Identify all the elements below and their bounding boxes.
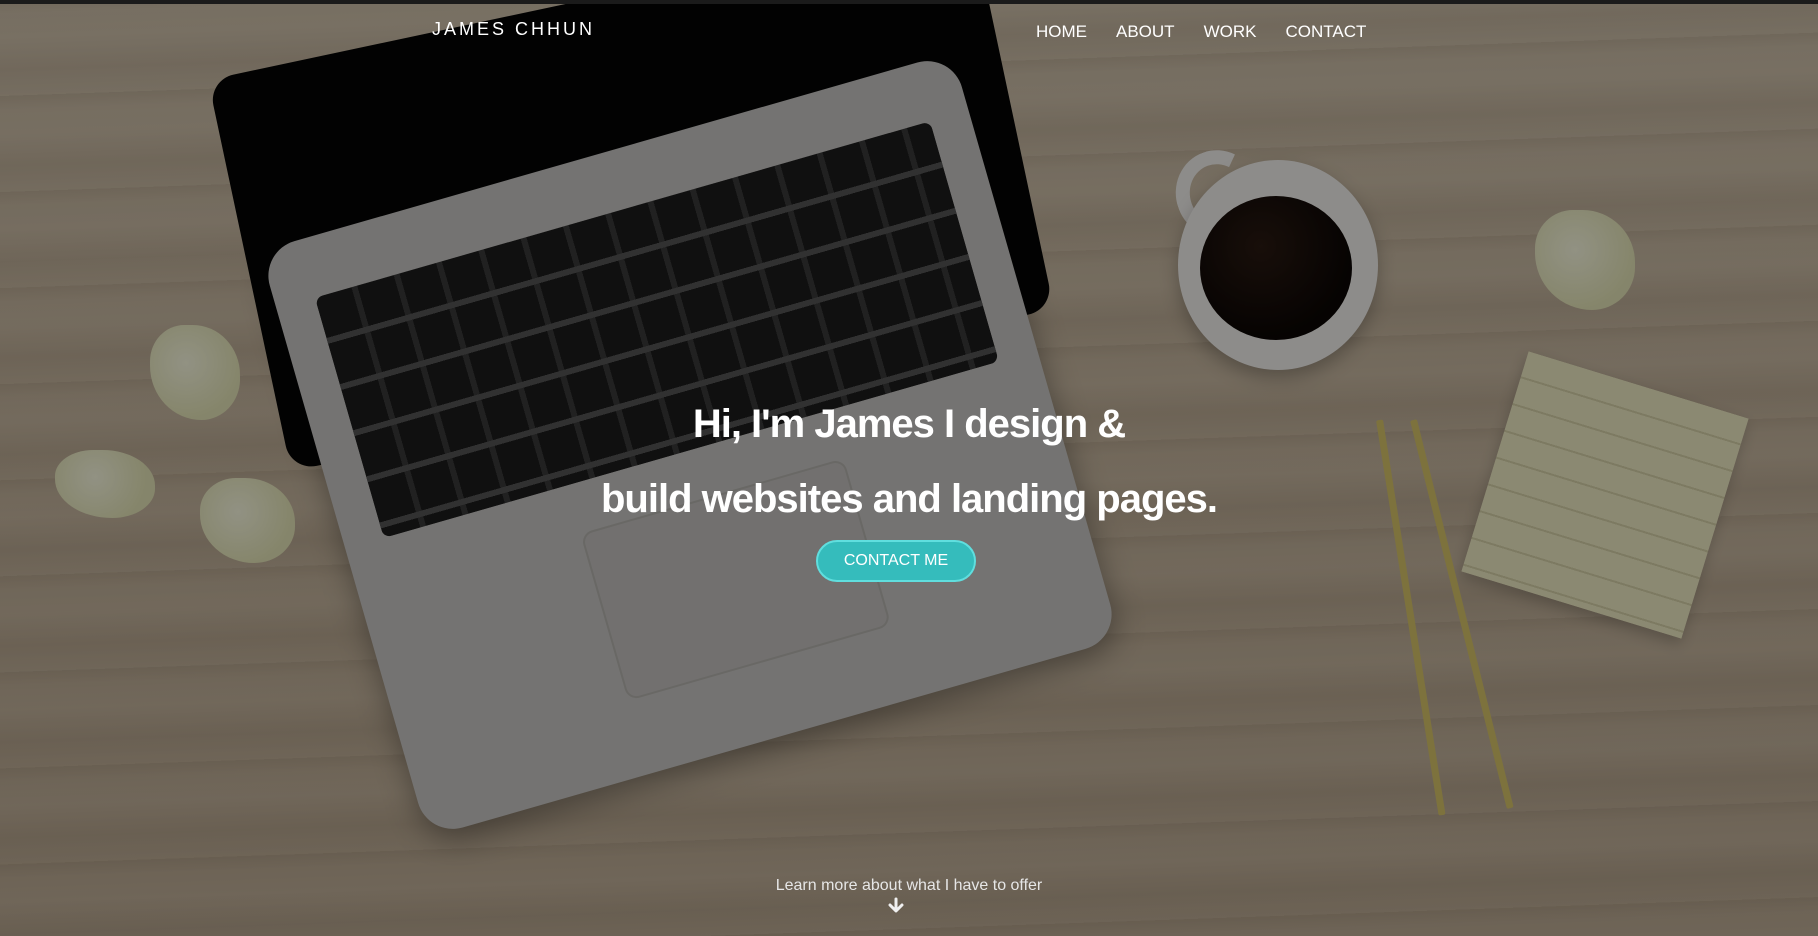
- hero-headline-line2: build websites and landing pages.: [601, 477, 1218, 521]
- hero-headline-line1: Hi, I'm James I design &: [692, 402, 1126, 446]
- contact-me-button[interactable]: CONTACT ME: [816, 540, 976, 582]
- nav-home[interactable]: HOME: [1036, 22, 1087, 42]
- learn-more-link[interactable]: Learn more about what I have to offer: [0, 877, 1818, 895]
- nav-about[interactable]: ABOUT: [1116, 22, 1175, 42]
- site-brand[interactable]: JAMES CHHUN: [432, 19, 595, 40]
- top-edge-bar: [0, 0, 1818, 4]
- hero-content: JAMES CHHUN HOME ABOUT WORK CONTACT Hi, …: [0, 0, 1818, 936]
- arrow-down-icon[interactable]: [887, 897, 905, 915]
- main-nav: HOME ABOUT WORK CONTACT: [1036, 22, 1366, 42]
- nav-work[interactable]: WORK: [1204, 22, 1257, 42]
- nav-contact[interactable]: CONTACT: [1285, 22, 1366, 42]
